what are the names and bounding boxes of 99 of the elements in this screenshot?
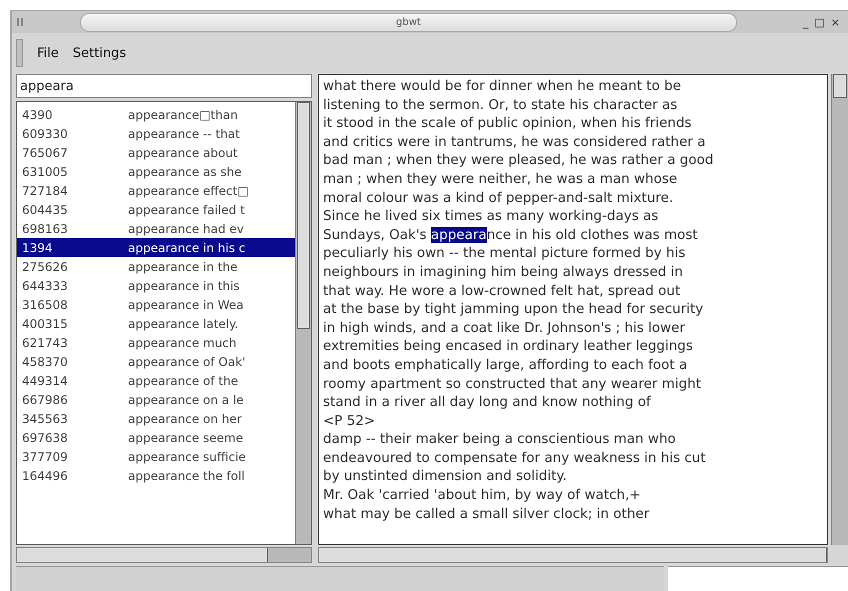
result-text: appearance the foll xyxy=(128,468,245,482)
result-id: 4390 xyxy=(21,108,54,122)
result-id: 458370 xyxy=(21,354,69,368)
text-line: and critics were in tantrums, he was considered rather a xyxy=(323,134,706,150)
result-id: 765067 xyxy=(21,146,69,160)
result-row[interactable]: 377709 appearance sufficie xyxy=(17,447,295,466)
result-id: 377709 xyxy=(21,450,69,464)
result-row[interactable]: 400315 appearance lately. xyxy=(17,314,295,333)
result-text: appearance about xyxy=(128,146,238,160)
result-row[interactable]: 316508 appearance in Wea xyxy=(17,295,295,314)
text-line: listening to the sermon. Or, to state his character as xyxy=(323,96,678,113)
text-line: roomy apartment so constructed that any wearer might xyxy=(323,376,702,392)
result-id: 316508 xyxy=(21,298,69,312)
search-field[interactable]: appeara xyxy=(16,74,312,98)
result-row[interactable]: 609330 appearance -- that xyxy=(17,124,295,143)
text-line: damp -- their maker being a conscientious man who xyxy=(323,431,676,448)
result-id: 631005 xyxy=(21,164,69,178)
text-line: and boots emphatically large, affording to each foot a xyxy=(323,356,688,373)
highlighted-text: appeara xyxy=(430,226,487,243)
result-id: 400315 xyxy=(21,316,69,330)
result-id: 644333 xyxy=(21,278,69,292)
result-row[interactable]: 765067 appearance about xyxy=(17,143,295,162)
result-id: 727184 xyxy=(21,184,69,198)
text-line: it stood in the scale of public opinion, when his friends xyxy=(323,115,692,132)
result-id: 667986 xyxy=(21,392,69,406)
text-line: Mr. Oak 'carried 'about him, by way of watch,+ xyxy=(323,487,641,504)
window-title: gbwt xyxy=(396,16,421,28)
text-line: man ; when they were neither, he was a man whose xyxy=(323,170,678,187)
text-line: moral colour was a kind of pepper-and-salt mixture. xyxy=(323,190,674,206)
text-line: what may be called a small silver clock; in other xyxy=(323,506,650,522)
result-text: appearance seeme xyxy=(128,430,244,444)
text-line: Sundays, Oak's xyxy=(323,226,428,243)
vertical-scrollbar[interactable] xyxy=(295,102,311,544)
text-line: bad man ; when they were pleased, he was rather a good xyxy=(323,152,714,168)
window-control[interactable]: × xyxy=(830,16,840,28)
menu-item[interactable]: Settings xyxy=(72,46,126,60)
result-text: appearance sufficie xyxy=(128,450,246,464)
result-row[interactable]: 698163 appearance had ev xyxy=(17,219,295,238)
result-row[interactable]: 458370 appearance of Oak' xyxy=(17,352,295,371)
text-line: nce in his old clothes was most xyxy=(486,226,698,243)
menu-item[interactable]: File xyxy=(37,46,59,60)
result-row[interactable]: 449314 appearance of the xyxy=(17,371,295,390)
text-line: stand in a river all day long and know nothing of xyxy=(323,394,651,410)
text-line: Since he lived six times as many working-days as xyxy=(323,208,658,224)
text-line: peculiarly his own -- the mental picture formed by his xyxy=(323,245,686,262)
result-text: appearance in the xyxy=(128,260,238,274)
result-row[interactable]: 4390 appearance□than xyxy=(17,105,295,124)
result-text: appearance effect□ xyxy=(128,184,249,198)
result-id: 609330 xyxy=(21,126,69,140)
result-id: 345563 xyxy=(21,412,69,426)
result-id: 604435 xyxy=(21,202,69,216)
result-text: appearance lately. xyxy=(128,316,238,330)
result-text: appearance of the xyxy=(128,374,238,388)
horizontal-scrollbar[interactable] xyxy=(16,547,312,563)
result-id: 697638 xyxy=(21,430,69,444)
result-row[interactable]: 631005 appearance as she xyxy=(17,162,295,181)
text-line: in high winds, and a coat like Dr. Johnson's ; his lower xyxy=(323,320,685,336)
result-row[interactable]: 727184 appearance effect□ xyxy=(17,181,295,200)
result-text: appearance on her xyxy=(128,412,242,426)
window-control[interactable]: _ xyxy=(802,16,808,28)
result-row[interactable]: 644333 appearance in this xyxy=(17,276,295,295)
result-text: appearance failed t xyxy=(128,202,245,216)
result-row[interactable]: 621743 appearance much xyxy=(17,333,295,352)
text-line: <P 52> xyxy=(323,412,376,429)
text-line: at the base by tight jamming upon the head for security xyxy=(323,301,704,318)
menu-handle[interactable] xyxy=(16,39,23,67)
result-text: appearance -- that xyxy=(128,126,240,140)
result-id: 698163 xyxy=(21,222,69,236)
result-id: 621743 xyxy=(21,336,69,350)
result-text: appearance in this xyxy=(128,278,240,292)
result-id: 1394 xyxy=(21,240,54,254)
result-id: 164496 xyxy=(21,468,69,482)
result-row[interactable]: 164496 appearance the foll xyxy=(17,466,295,485)
result-text: appearance on a le xyxy=(128,392,244,406)
text-line: that way. He wore a low-crowned felt hat, spread out xyxy=(323,282,680,299)
text-line: what there would be for dinner when he meant to be xyxy=(323,78,682,94)
result-id: 275626 xyxy=(21,260,69,274)
result-text: appearance in his c xyxy=(128,240,246,254)
result-row[interactable]: 275626 appearance in the xyxy=(17,257,295,276)
text-line: by unstinted dimension and solidity. xyxy=(323,468,567,484)
result-text: appearance□than xyxy=(128,108,238,122)
result-text: appearance had ev xyxy=(128,222,244,236)
text-line: endeavoured to compensate for any weakness in his cut xyxy=(323,450,706,466)
vertical-scrollbar[interactable] xyxy=(831,74,848,545)
text-line: neighbours in imagining him being always dressed in xyxy=(323,264,683,280)
text-line: extremities being encased in ordinary leather leggings xyxy=(323,338,693,354)
result-row[interactable]: 697638 appearance seeme xyxy=(17,428,295,447)
result-row[interactable]: 345563 appearance on her xyxy=(17,409,295,428)
result-row[interactable]: 1394 appearance in his c xyxy=(17,238,295,257)
result-id: 449314 xyxy=(21,374,69,388)
result-text: appearance much xyxy=(128,336,237,350)
result-row[interactable]: 604435 appearance failed t xyxy=(17,200,295,219)
grip-icon[interactable] xyxy=(16,18,24,26)
horizontal-scrollbar[interactable] xyxy=(318,547,828,563)
result-text: appearance of Oak' xyxy=(128,354,246,368)
result-text: appearance as she xyxy=(128,164,242,178)
result-row[interactable]: 667986 appearance on a le xyxy=(17,390,295,409)
window-control[interactable]: □ xyxy=(814,16,825,28)
result-text: appearance in Wea xyxy=(128,298,244,312)
